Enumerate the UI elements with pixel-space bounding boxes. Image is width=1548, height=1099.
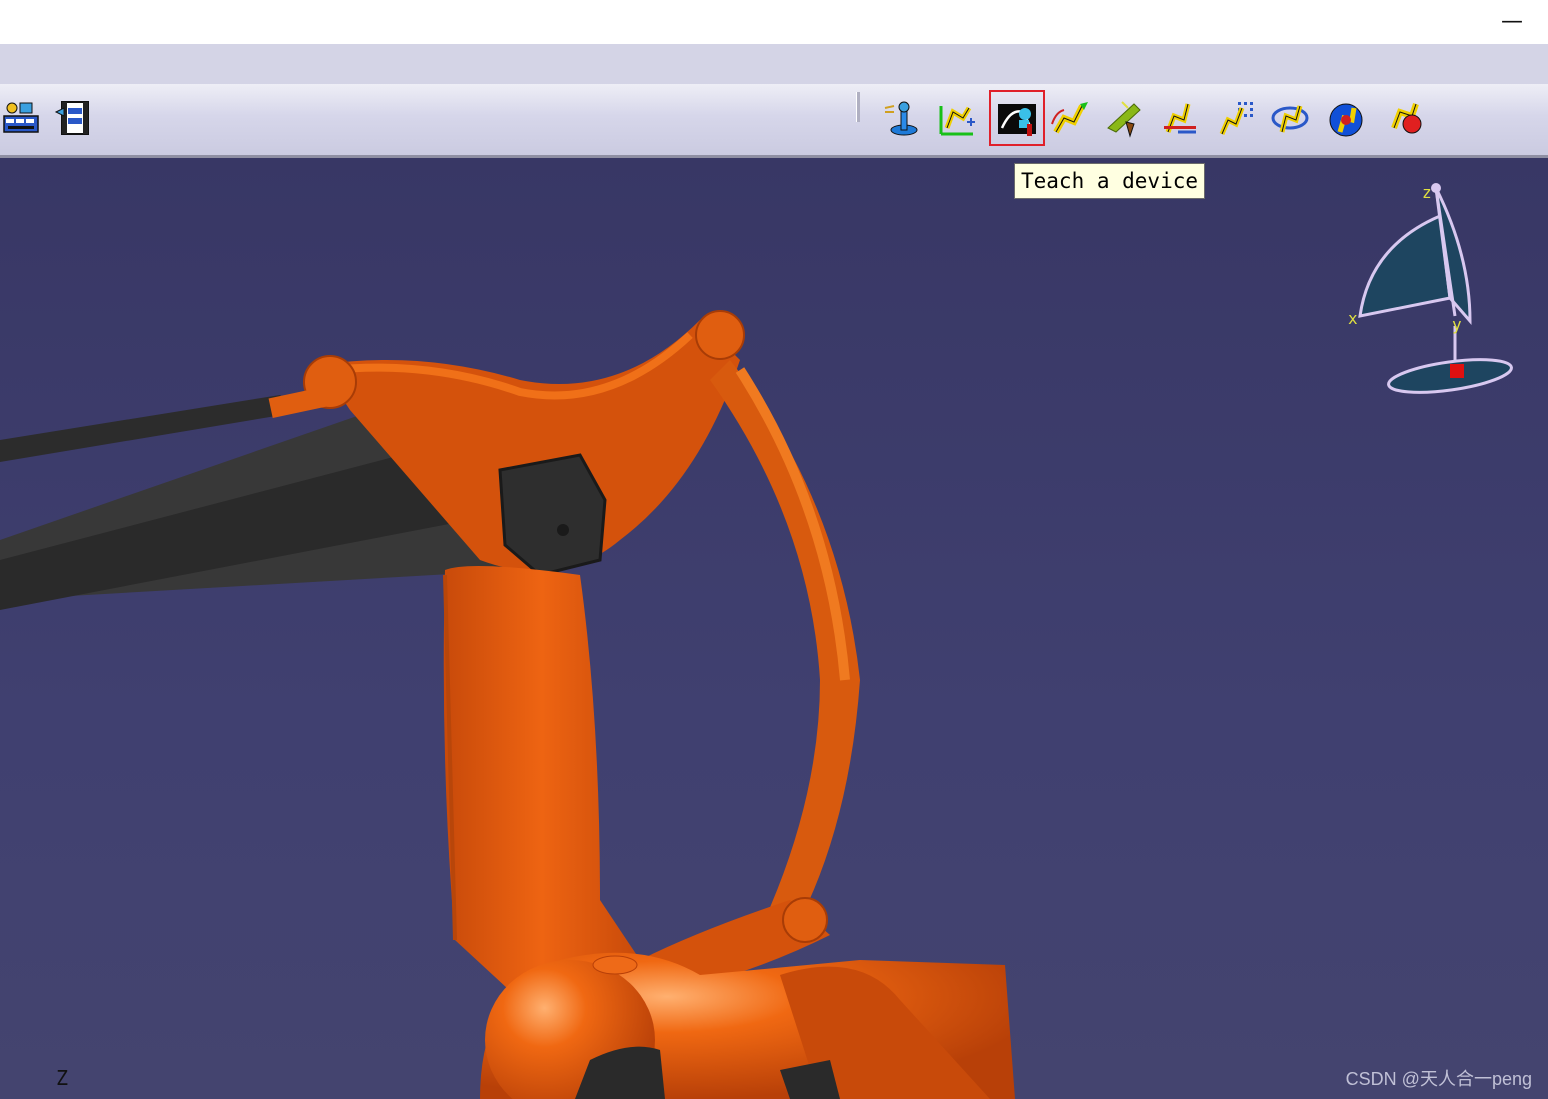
3d-viewport[interactable]	[0, 158, 1548, 1099]
minimize-button[interactable]: —	[1498, 6, 1526, 36]
axis-z-indicator: Z	[56, 1066, 69, 1090]
robot-arm-model	[0, 310, 1015, 1099]
robot-red-icon[interactable]	[1384, 96, 1428, 140]
tool-tip-icon[interactable]	[1102, 96, 1146, 140]
robot-motion-icon[interactable]	[1048, 96, 1092, 140]
compass-icon[interactable]: z x y	[1340, 176, 1530, 406]
teach-device-icon[interactable]	[989, 90, 1045, 146]
teach-device-tooltip: Teach a device	[1014, 163, 1206, 199]
robot-grid-icon[interactable]	[1214, 96, 1258, 140]
simulation-icon[interactable]	[0, 96, 44, 140]
toolbar	[0, 84, 1548, 158]
compass-x-label: x	[1348, 309, 1358, 328]
menu-bar	[0, 44, 1548, 85]
title-bar: —	[0, 0, 1548, 44]
film-clapboard-icon[interactable]	[52, 96, 96, 140]
jog-device-icon[interactable]	[935, 96, 979, 140]
robot-rotate-icon[interactable]	[1268, 96, 1312, 140]
compass-y-label: y	[1452, 315, 1462, 334]
watermark: CSDN @天人合一peng	[1345, 1069, 1532, 1089]
joystick-tool-icon[interactable]	[880, 96, 924, 140]
compass-z-label: z	[1422, 183, 1432, 202]
robot-wrench-icon[interactable]	[1158, 96, 1202, 140]
robot-blue-circle-icon[interactable]	[1324, 96, 1368, 140]
toolbar-separator	[856, 92, 860, 122]
